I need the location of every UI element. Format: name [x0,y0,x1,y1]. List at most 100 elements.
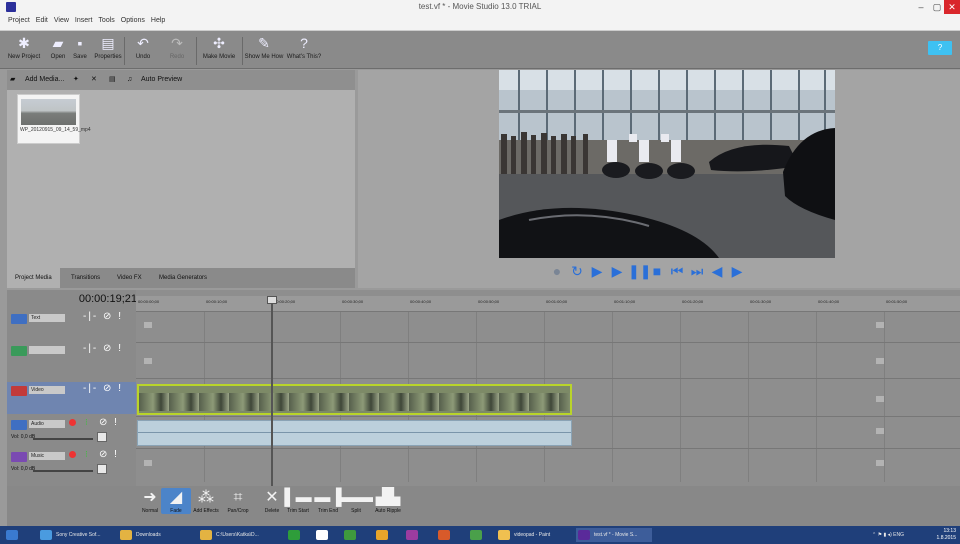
previous-frame-icon[interactable]: ◀ [708,262,726,280]
auto-ripple-button[interactable]: ▟▙ Auto Ripple [373,488,403,514]
music-track-icon [11,452,27,462]
media-area[interactable]: WP_20120915_09_14_59_mp4 [7,90,355,268]
track-controls[interactable]: -|- ⊘ ! [83,343,123,354]
track-header-text[interactable]: Text -|- ⊘ ! [7,310,136,340]
pan-crop-button[interactable]: ⌗ Pan/Crop [223,488,253,514]
redo-button[interactable]: ↷ Redo [157,35,197,60]
tray-icons[interactable]: ⌃ ⚑ ▮ ◂) ENG [872,528,906,542]
folder-icon [200,530,212,540]
playhead-handle[interactable] [267,296,277,304]
trim-end-label: Trim End [317,508,339,514]
pause-icon[interactable]: ❚❚ [628,262,651,280]
clock[interactable]: 13:13 1.8.2015 [930,528,956,542]
taskbar-item[interactable]: Downloads [118,528,188,542]
volume-slider[interactable] [33,438,93,440]
audio-fx-icon[interactable]: ⁝ [85,417,88,428]
video-track-icon [11,386,27,396]
menu-project[interactable]: Project [0,14,33,24]
media-thumbnail[interactable]: WP_20120915_09_14_59_mp4 [17,94,91,144]
video-clip[interactable] [137,384,572,415]
track-end-marker [876,460,884,466]
volume-slider[interactable] [33,470,93,472]
trim-start-button[interactable]: ▌▬ Trim Start [283,488,313,514]
volume-slider-knob[interactable] [97,464,107,474]
add-media-button[interactable]: Add Media... [25,73,64,87]
help-button[interactable]: ? [928,41,952,55]
taskbar-item[interactable] [314,528,332,542]
taskbar-item[interactable] [468,528,486,542]
play-from-start-icon[interactable]: ▶ [588,262,606,280]
taskbar-item-active[interactable]: test.vf * - Movie S... [576,528,652,542]
trim-start-label: Trim Start [287,508,309,514]
menu-edit[interactable]: Edit [33,14,51,24]
timeline: 00:00:19;21 Text -|- ⊘ ! -|- ⊘ ! Video -… [7,290,960,486]
add-effects-button[interactable]: ⁂ Add Effects [191,488,221,514]
loop-icon[interactable]: ↻ [568,262,586,280]
trim-end-button[interactable]: ▬▐ Trim End [313,488,343,514]
track-controls[interactable]: ⊘ ! [99,449,119,460]
fade-tool-button[interactable]: ◢ Fade [161,488,191,514]
next-frame-icon[interactable]: ▶ [728,262,746,280]
go-to-end-icon[interactable]: ⏭ [688,262,706,280]
clock-date: 1.8.2015 [936,535,956,541]
track-controls[interactable]: -|- ⊘ ! [83,311,123,322]
make-movie-button[interactable]: ✣ Make Movie [199,35,239,60]
go-to-start-icon[interactable]: ⏮ [668,262,686,280]
lane-divider [136,448,960,449]
track-header-video[interactable]: Video -|- ⊘ ! [7,382,136,414]
tab-video-fx[interactable]: Video FX [109,268,150,288]
timeline-ruler[interactable]: 00:00:00;00 00:00:10;00 00:00:20;00 00:0… [136,296,960,312]
audio-fx-icon[interactable]: ⁝ [85,449,88,460]
play-icon[interactable]: ▶ [608,262,626,280]
tab-media-generators[interactable]: Media Generators [151,268,215,288]
taskbar-item[interactable] [286,528,304,542]
track-header-music[interactable]: Music ⁝ ⊘ ! Vol: 0,0 dB [7,448,136,478]
track-header-overlay[interactable]: -|- ⊘ ! [7,342,136,372]
menu-view[interactable]: View [51,14,72,24]
auto-preview-button[interactable]: Auto Preview [141,73,182,87]
media-properties-icon[interactable]: ▤ [109,73,116,87]
volume-slider-knob[interactable] [97,432,107,442]
record-icon[interactable]: ● [548,262,566,280]
track-header-audio[interactable]: Audio ⁝ ⊘ ! Vol: 0,0 dB [7,416,136,446]
volume-label: Vol: 0,0 dB [11,434,36,440]
tab-transitions[interactable]: Transitions [63,268,108,288]
start-button[interactable] [2,528,22,542]
menu-insert[interactable]: Insert [72,14,96,24]
playhead[interactable] [271,296,273,486]
record-arm-icon[interactable] [69,451,76,458]
menu-options[interactable]: Options [118,14,148,24]
taskbar-item[interactable]: videopad - Paint [496,528,564,542]
taskbar-item[interactable] [436,528,454,542]
close-button[interactable]: ✕ [944,0,960,14]
track-area[interactable] [136,312,960,482]
track-controls[interactable]: -|- ⊘ ! [83,383,123,394]
media-fx-icon[interactable]: ✦ [73,73,79,87]
properties-button[interactable]: ▤ Properties [88,35,128,60]
record-arm-icon[interactable] [69,419,76,426]
taskbar-item[interactable]: Sony Creative Sof... [38,528,110,542]
auto-preview-icon[interactable]: ♫ [127,73,132,87]
taskbar-item[interactable] [404,528,422,542]
whats-this-button[interactable]: ? What's This? [284,35,324,60]
track-start-marker [144,358,152,364]
stop-icon[interactable]: ■ [648,262,666,280]
whats-this-label: What's This? [286,54,322,60]
taskbar-item[interactable] [374,528,392,542]
split-button[interactable]: ▬▬ Split [341,488,373,514]
title-bar: test.vf * - Movie Studio 13.0 TRIAL – ▢ … [0,0,960,14]
folder-icon [120,530,132,540]
project-media-panel: ▰ Add Media... ✦ ✕ ▤ ♫ Auto Preview WP_2… [7,70,355,288]
track-controls[interactable]: ⊘ ! [99,417,119,428]
track-start-marker [144,322,152,328]
menu-help[interactable]: Help [148,14,168,24]
audio-clip[interactable] [137,420,572,446]
delete-media-icon[interactable]: ✕ [91,73,97,87]
save-label: Save [73,54,87,60]
menu-tools[interactable]: Tools [95,14,117,24]
tab-project-media[interactable]: Project Media [7,268,60,288]
show-me-how-button[interactable]: ✎ Show Me How [244,35,284,60]
taskbar-item[interactable] [342,528,360,542]
taskbar-item[interactable]: C:\Users\Katka\D... [198,528,274,542]
audio-track-icon [11,420,27,430]
